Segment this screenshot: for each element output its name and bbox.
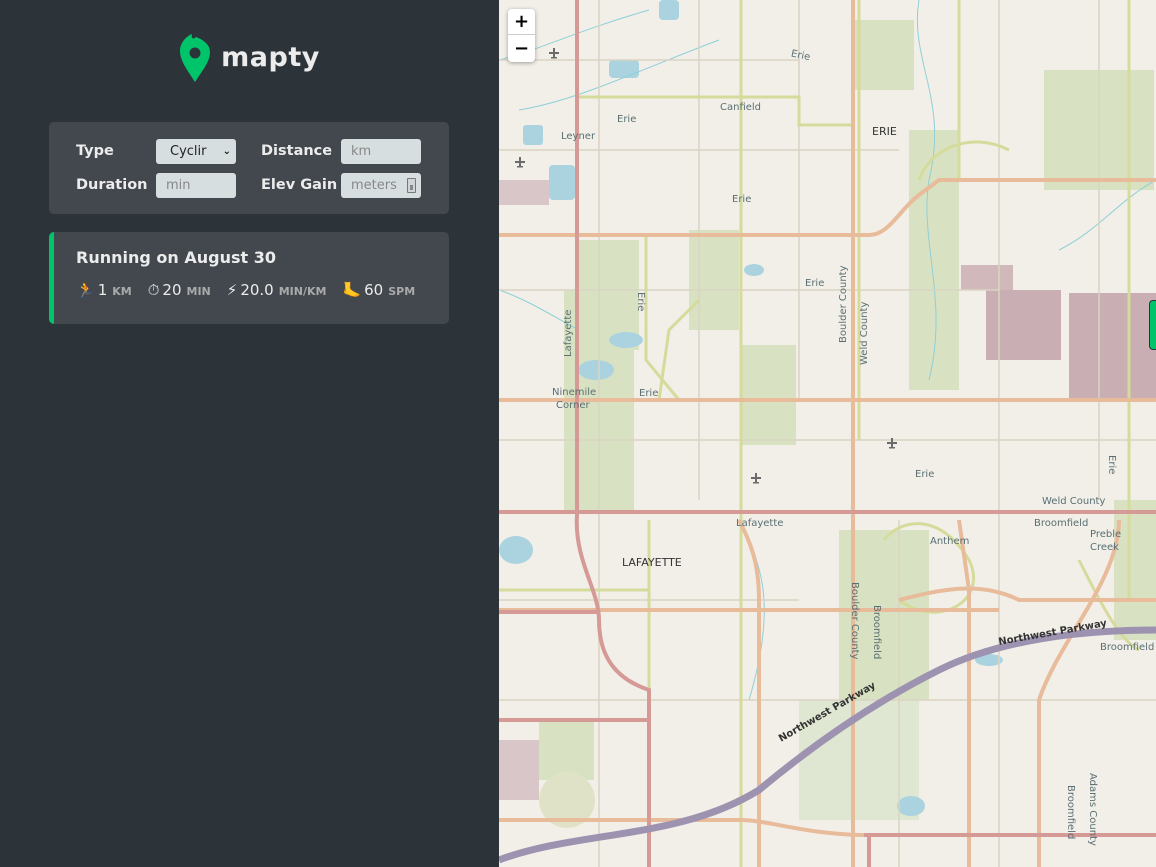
map-label: Broomfield (871, 605, 882, 659)
workout-item[interactable]: Running on August 30 🏃 1 km ⏱ 20 min ⚡ 2… (49, 232, 449, 324)
map-pin-logo-icon (180, 34, 211, 82)
type-label: Type (76, 143, 114, 159)
duration-placeholder: min (166, 177, 191, 193)
workout-detail-duration: ⏱ 20 min (148, 281, 211, 299)
map-label: Erie (732, 194, 751, 205)
workout-form: Type Cyclir ⌄ Distance km Duration min E… (49, 122, 449, 214)
runner-icon: 🏃 (76, 281, 95, 299)
zoom-in-button[interactable]: + (508, 9, 535, 35)
map-label: LAFAYETTE (622, 556, 682, 569)
elev-gain-label: Elev Gain (261, 177, 338, 193)
duration-input[interactable]: min (156, 172, 236, 198)
map-label: Erie (915, 469, 934, 480)
distance-label: Distance (261, 143, 333, 159)
zoom-control: + − (508, 9, 535, 62)
pace-value: 20.0 (240, 281, 274, 299)
map-label: Canfield (720, 102, 761, 113)
map-label: Erie (635, 292, 646, 311)
workout-detail-distance: 🏃 1 km (76, 281, 132, 299)
map-label: Erie (639, 388, 658, 399)
map-label: ERIE (872, 125, 897, 138)
map-label: Broomfield (1100, 642, 1154, 653)
map-label: Ninemile (552, 387, 596, 398)
workout-title: Running on August 30 (76, 248, 276, 267)
number-spinner-icon[interactable] (407, 177, 416, 193)
elev-gain-input[interactable]: meters (341, 172, 421, 198)
map-label: Weld County (1042, 496, 1105, 507)
map-tiles[interactable]: Erie Canfield Leyner Erie ERIE Erie Erie… (499, 0, 1156, 867)
cadence-unit: spm (388, 285, 416, 298)
foot-icon: 🦶 (342, 281, 362, 299)
distance-unit: km (112, 285, 132, 298)
lightning-icon: ⚡ (226, 281, 238, 299)
map-label: Boulder County (838, 265, 849, 343)
map-label: Lafayette (563, 310, 574, 357)
distance-value: 1 (97, 281, 108, 299)
map-label: Broomfield (1034, 518, 1088, 529)
map-label: Anthem (930, 536, 969, 547)
distance-input[interactable]: km (341, 138, 421, 164)
duration-label: Duration (76, 177, 148, 193)
app-name: mapty (221, 41, 320, 73)
map-label: Leyner (561, 131, 596, 142)
cadence-value: 60 (364, 281, 384, 299)
map-label: Adams County (1087, 773, 1098, 846)
elev-gain-placeholder: meters (351, 177, 397, 193)
duration-unit: min (186, 285, 211, 298)
map-label: Corner (556, 400, 591, 411)
map-label: Preble (1090, 529, 1121, 540)
zoom-out-button[interactable]: − (508, 35, 535, 61)
map-label: Broomfield (1065, 785, 1076, 839)
workout-popup[interactable] (1149, 300, 1156, 350)
map-label: Erie (805, 278, 824, 289)
map-label: Boulder County (849, 582, 860, 660)
workout-detail-cadence: 🦶 60 spm (342, 281, 415, 299)
map[interactable]: Erie Canfield Leyner Erie ERIE Erie Erie… (499, 0, 1156, 867)
map-label: Lafayette (736, 518, 783, 529)
map-label: Weld County (859, 302, 870, 365)
chevron-down-icon: ⌄ (222, 145, 231, 157)
workout-details: 🏃 1 km ⏱ 20 min ⚡ 20.0 min/km 🦶 60 spm (76, 281, 427, 299)
workout-detail-pace: ⚡ 20.0 min/km (227, 281, 327, 299)
sidebar: mapty Type Cyclir ⌄ Distance km Duration… (0, 0, 499, 867)
map-label: Erie (1106, 455, 1117, 474)
type-select[interactable]: Cyclir ⌄ (156, 138, 236, 164)
distance-placeholder: km (351, 143, 372, 159)
stopwatch-icon: ⏱ (147, 281, 160, 299)
logo: mapty (49, 30, 450, 84)
map-label: Creek (1090, 542, 1119, 553)
duration-value: 20 (162, 281, 182, 299)
pace-unit: min/km (278, 285, 327, 298)
type-select-value: Cyclir (170, 143, 207, 159)
map-label: Erie (617, 114, 636, 125)
